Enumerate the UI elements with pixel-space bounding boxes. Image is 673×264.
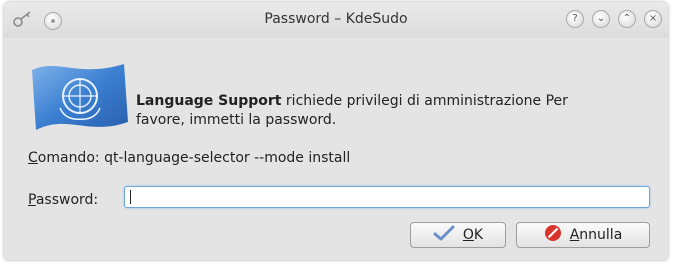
command-row: Comando: qt-language-selector --mode ins… <box>28 150 350 166</box>
ok-text: K <box>473 227 484 243</box>
password-label: Password: <box>28 192 98 208</box>
message-text-2: favore, immetti la password. <box>136 112 337 128</box>
checkmark-icon <box>433 225 455 245</box>
titlebar-right-controls: ? ⌄ ⌃ × <box>566 10 662 28</box>
command-value: qt-language-selector --mode install <box>104 150 351 166</box>
cancel-mnemonic: A <box>569 227 580 243</box>
message-text-1: richiede privilegi di amministrazione Pe… <box>281 93 568 109</box>
cancel-text: nnulla <box>579 227 623 243</box>
ok-button[interactable]: OK <box>410 222 506 248</box>
password-label-mnemonic: P <box>28 192 36 208</box>
app-name: Language Support <box>136 93 282 109</box>
cancel-label: Annulla <box>570 227 623 243</box>
command-label-mnemonic: C <box>28 150 38 166</box>
cancel-button[interactable]: Annulla <box>516 222 650 248</box>
message-line-1: Language Support richiede privilegi di a… <box>136 92 656 111</box>
password-label-text: assword: <box>35 192 99 208</box>
close-icon[interactable]: × <box>644 10 662 28</box>
kdesudo-dialog: Password – KdeSudo ? ⌄ ⌃ × Language Supp… <box>4 2 668 260</box>
ok-label: OK <box>463 227 483 243</box>
ok-mnemonic: O <box>462 227 474 243</box>
maximize-icon[interactable]: ⌃ <box>618 10 636 28</box>
minimize-icon[interactable]: ⌄ <box>592 10 610 28</box>
text-cursor <box>130 190 131 204</box>
password-input[interactable] <box>124 186 650 208</box>
un-flag-icon <box>28 56 134 138</box>
help-icon[interactable]: ? <box>566 10 584 28</box>
cancel-icon <box>544 224 562 246</box>
title-bar[interactable]: Password – KdeSudo ? ⌄ ⌃ × <box>4 2 668 38</box>
privilege-message: Language Support richiede privilegi di a… <box>136 92 656 130</box>
command-label: omando: <box>37 150 100 166</box>
